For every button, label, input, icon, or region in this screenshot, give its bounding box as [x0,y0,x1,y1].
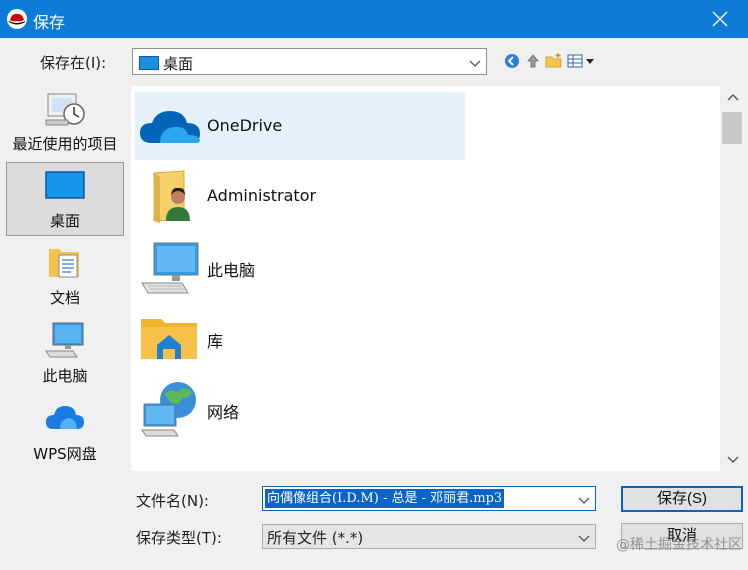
list-item-administrator[interactable]: Administrator [135,162,465,230]
filetype-label: 保存类型(T): [136,529,222,547]
chevron-down-icon[interactable] [720,449,746,471]
place-label: 桌面 [49,212,80,230]
place-label: 此电脑 [42,367,88,385]
places-sidebar: 最近使用的项目 桌面 文档 此电脑 WPS网盘 [0,86,131,570]
filename-input[interactable]: 向偶像组合(I.D.M) - 总是 - 邓丽君.mp3 [262,486,596,511]
place-desktop[interactable]: 桌面 [6,162,124,236]
back-icon[interactable] [502,51,522,71]
chevron-down-icon[interactable] [468,55,482,69]
list-item-library[interactable]: 库 [135,304,465,372]
filetype-dropdown[interactable]: 所有文件 (*.*) [262,524,596,549]
filename-value[interactable]: 向偶像组合(I.D.M) - 总是 - 邓丽君.mp3 [265,489,505,508]
save-button[interactable]: 保存(S) [621,486,743,512]
this-pc-icon [135,233,205,301]
close-icon[interactable] [692,0,748,38]
place-label: 文档 [49,289,80,307]
scrollbar-thumb[interactable] [722,112,742,144]
new-folder-icon[interactable] [544,51,564,71]
file-label: OneDrive [207,116,283,135]
place-documents[interactable]: 文档 [6,240,124,314]
chevron-down-icon[interactable] [577,530,591,549]
save-in-label: 保存在(I): [40,54,107,72]
place-label: WPS网盘 [33,445,97,463]
cloud-icon [135,446,205,471]
save-in-dropdown[interactable]: 桌面 [132,48,487,75]
filename-label: 文件名(N): [136,492,209,510]
wps-cloud-icon [6,398,124,438]
recent-items-icon [6,88,124,128]
file-label: 库 [207,332,224,351]
desktop-icon [7,165,123,205]
up-folder-icon[interactable] [523,51,543,71]
window-title: 保存 [33,13,66,32]
user-folder-icon [135,162,205,230]
file-label: 网络 [207,403,240,422]
this-pc-icon [6,320,124,360]
network-icon [135,375,205,443]
library-icon [135,304,205,372]
list-item-partial[interactable] [135,446,465,471]
desktop-icon [139,55,159,74]
chevron-up-icon[interactable] [720,86,746,108]
list-item-this-pc[interactable]: 此电脑 [135,233,465,301]
watermark: @稀土掘金技术社区 [616,537,742,553]
place-label: 最近使用的项目 [12,135,118,153]
list-item-network[interactable]: 网络 [135,375,465,443]
file-list-scrollbar[interactable] [720,86,746,471]
file-label: 此电脑 [207,261,256,280]
place-wps-cloud[interactable]: WPS网盘 [6,396,124,470]
save-in-value: 桌面 [163,55,194,73]
list-item-onedrive[interactable]: OneDrive [135,92,465,160]
onedrive-icon [135,92,205,160]
documents-icon [6,242,124,282]
view-menu-icon[interactable] [566,51,596,71]
place-this-pc[interactable]: 此电脑 [6,318,124,392]
file-label: Administrator [207,186,317,205]
redhat-app-icon [6,8,28,30]
filetype-value: 所有文件 (*.*) [267,529,364,547]
file-list: OneDrive Administrator 此电脑 库 网络 [131,86,720,471]
chevron-down-icon[interactable] [577,492,591,510]
place-recent-items[interactable]: 最近使用的项目 [6,86,124,160]
title-bar: 保存 [0,0,748,38]
